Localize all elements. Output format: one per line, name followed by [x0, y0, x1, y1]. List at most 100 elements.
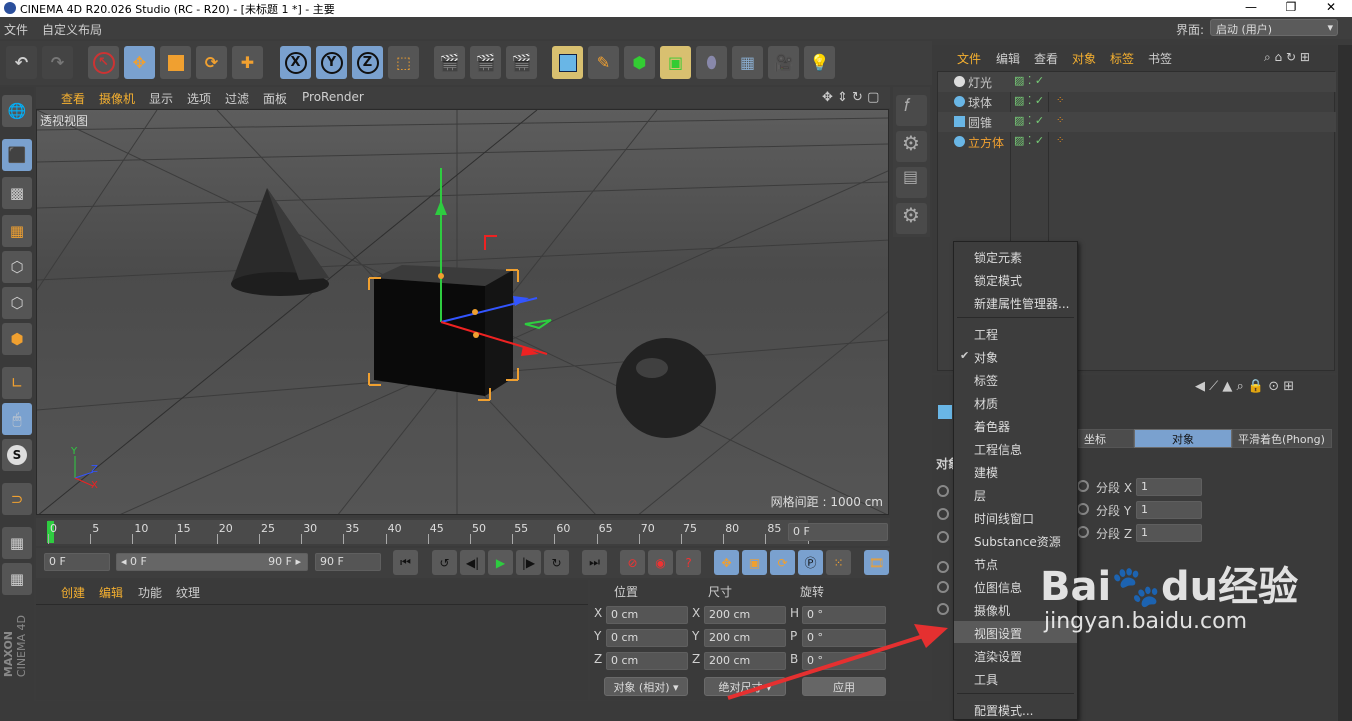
key-scale-button[interactable]: ▣: [742, 550, 767, 575]
object-menu-file[interactable]: 文件: [957, 50, 981, 67]
coord-position-field[interactable]: 0 cm: [606, 652, 688, 670]
go-to-end-button[interactable]: ⏭: [582, 550, 607, 575]
play-button[interactable]: ▶: [488, 550, 513, 575]
attr-field-value[interactable]: 1: [1136, 501, 1202, 519]
vertical-tab-strip[interactable]: [1338, 45, 1352, 721]
axis-mode-button[interactable]: ∟: [2, 367, 32, 399]
rotate-tool-button[interactable]: ⟳: [196, 46, 227, 79]
object-name[interactable]: 球体: [968, 94, 992, 111]
y-axis-button[interactable]: Y: [316, 46, 347, 79]
scale-tool-button[interactable]: [160, 46, 191, 79]
close-button[interactable]: ✕: [1316, 0, 1346, 14]
keyframe-selection-button[interactable]: ?: [676, 550, 701, 575]
workplane-lock-button[interactable]: ▦: [2, 563, 32, 595]
tab-object[interactable]: 对象: [1134, 429, 1232, 448]
light-button[interactable]: 💡: [804, 46, 835, 79]
attribute-nav-icons[interactable]: ◀ ⟋ ▲ ⌕ 🔒 ⊙ ⊞: [1195, 379, 1294, 394]
edges-mode-button[interactable]: ⬡: [2, 287, 32, 319]
object-row[interactable]: 灯光 ▨ ⁚ ✓: [938, 72, 1336, 92]
previous-frame-button[interactable]: ◀|: [460, 550, 485, 575]
points-mode-button[interactable]: ⬡: [2, 251, 32, 283]
viewport-menu-prorender[interactable]: ProRender: [302, 90, 364, 104]
key-position-button[interactable]: ✥: [714, 550, 739, 575]
render-picture-viewer-button[interactable]: 🎬: [470, 46, 501, 79]
material-menu-create[interactable]: 创建: [61, 584, 85, 601]
attr-field-value[interactable]: 1: [1136, 524, 1202, 542]
workplane-mode-button[interactable]: ▦: [2, 215, 32, 247]
material-menu-function[interactable]: 功能: [138, 584, 162, 601]
attr-field-value[interactable]: 1: [1136, 478, 1202, 496]
record-button[interactable]: ⊘: [620, 550, 645, 575]
animate-radio[interactable]: [937, 561, 949, 573]
current-frame-field[interactable]: 0 F: [788, 523, 888, 541]
context-menu-item[interactable]: 时间线窗口: [954, 506, 1077, 528]
viewport-menu-options[interactable]: 选项: [187, 90, 211, 107]
object-name[interactable]: 灯光: [968, 74, 992, 91]
object-menu-edit[interactable]: 编辑: [996, 50, 1020, 67]
undo-button[interactable]: ↶: [6, 46, 37, 79]
render-settings-button[interactable]: 🎬: [506, 46, 537, 79]
visibility-toggles[interactable]: ▨ ⁚ ✓: [1014, 134, 1044, 147]
material-menu-texture[interactable]: 纹理: [176, 584, 200, 601]
next-key-button[interactable]: ↻: [544, 550, 569, 575]
previous-key-button[interactable]: ↺: [432, 550, 457, 575]
context-menu-item[interactable]: 建模: [954, 460, 1077, 482]
render-view-button[interactable]: 🎬: [434, 46, 465, 79]
frame-range-slider[interactable]: ◂ 0 F 90 F ▸: [116, 553, 308, 571]
tweak-mode-button[interactable]: 🖱: [2, 403, 32, 435]
z-axis-button[interactable]: Z: [352, 46, 383, 79]
context-menu-item[interactable]: 层: [954, 483, 1077, 505]
visibility-toggles[interactable]: ▨ ⁚ ✓: [1014, 94, 1044, 107]
object-row[interactable]: 球体 ▨ ⁚ ✓ ⁘: [938, 92, 1336, 112]
x-axis-button[interactable]: X: [280, 46, 311, 79]
camera-button[interactable]: 🎥: [768, 46, 799, 79]
model-mode-button[interactable]: ⬛: [2, 139, 32, 171]
recent-tool-button[interactable]: ✚: [232, 46, 263, 79]
key-parameter-button[interactable]: Ⓟ: [798, 550, 823, 575]
perspective-viewport[interactable]: Y Z X 网格间距 : 1000 cm: [36, 109, 889, 515]
array-button[interactable]: ▣: [660, 46, 691, 79]
context-menu-item[interactable]: Substance资源: [954, 529, 1077, 551]
viewport-nav-icons[interactable]: ✥ ⇕ ↻ ▢: [822, 90, 879, 105]
tab-coord[interactable]: 坐标: [1078, 429, 1134, 448]
end-frame-field[interactable]: 90 F: [315, 553, 381, 571]
object-menu-object[interactable]: 对象: [1072, 50, 1096, 67]
coord-position-field[interactable]: 0 cm: [606, 606, 688, 624]
object-menu-bookmark[interactable]: 书签: [1148, 50, 1172, 67]
texture-mode-button[interactable]: ▩: [2, 177, 32, 209]
animate-radio[interactable]: [937, 485, 949, 497]
animate-radio[interactable]: [1077, 503, 1089, 515]
live-selection-button[interactable]: ↖: [88, 46, 119, 79]
deformer-button[interactable]: ⬮: [696, 46, 727, 79]
coord-mode-select[interactable]: 对象 (相对) ▾: [604, 677, 688, 696]
subdivision-button[interactable]: ⬢: [624, 46, 655, 79]
minimize-button[interactable]: —: [1236, 0, 1266, 14]
gear-button-1[interactable]: ⚙: [896, 131, 927, 162]
coordinate-system-button[interactable]: ⬚: [388, 46, 419, 79]
pen-spline-button[interactable]: ✎: [588, 46, 619, 79]
go-to-start-button[interactable]: ⏮: [393, 550, 418, 575]
animate-radio[interactable]: [937, 581, 949, 593]
context-menu-item[interactable]: 锁定模式: [954, 268, 1077, 290]
object-manager-tools[interactable]: ⌕ ⌂ ↻ ⊞: [1264, 50, 1310, 65]
object-name[interactable]: 圆锥: [968, 114, 992, 131]
tag-icon[interactable]: ⁘: [1056, 95, 1064, 106]
visibility-toggles[interactable]: ▨ ⁚ ✓: [1014, 114, 1044, 127]
coord-position-field[interactable]: 0 cm: [606, 629, 688, 647]
start-frame-field[interactable]: 0 F: [44, 553, 110, 571]
layout-select[interactable]: 启动 (用户) ▾: [1210, 19, 1338, 36]
viewport-menu-panel[interactable]: 面板: [263, 90, 287, 107]
visibility-toggles[interactable]: ▨ ⁚ ✓: [1014, 74, 1044, 87]
key-rotation-button[interactable]: ⟳: [770, 550, 795, 575]
animate-radio[interactable]: [937, 531, 949, 543]
animate-radio[interactable]: [937, 508, 949, 520]
material-menu-edit[interactable]: 编辑: [99, 584, 123, 601]
snap-button[interactable]: S: [2, 439, 32, 471]
workplane-button[interactable]: ▦: [2, 527, 32, 559]
python-button[interactable]: 𝑓: [896, 95, 927, 126]
viewport-menu-camera[interactable]: 摄像机: [99, 90, 135, 107]
gear-button-2[interactable]: ⚙: [896, 203, 927, 234]
magnet-button[interactable]: ⊃: [2, 483, 32, 515]
redo-button[interactable]: ↷: [42, 46, 73, 79]
menu-file[interactable]: 文件: [4, 21, 28, 38]
